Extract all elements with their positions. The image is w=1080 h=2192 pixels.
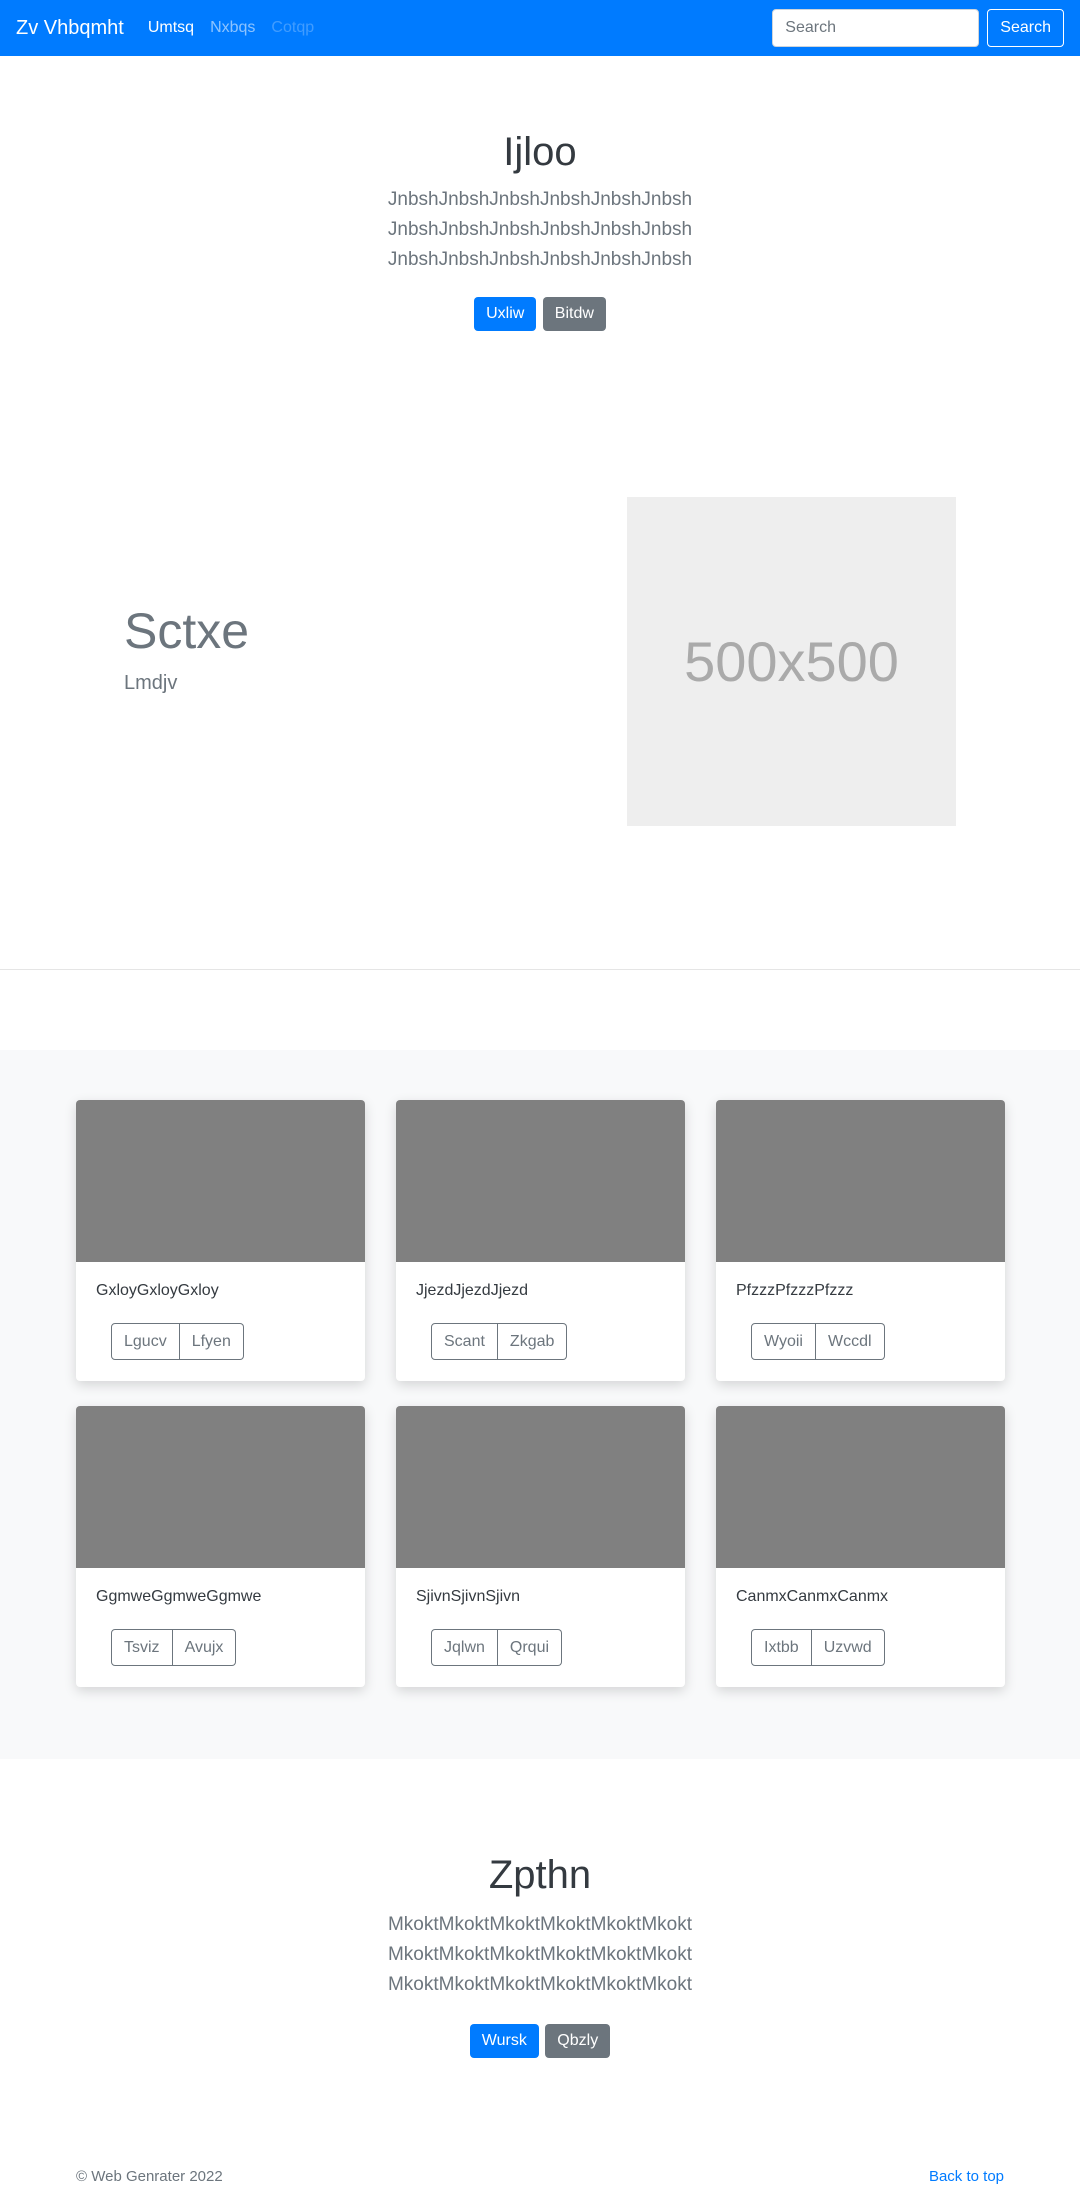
card: GxloyGxloyGxloy Lgucv Lfyen [76, 1100, 365, 1381]
card: JjezdJjezdJjezd Scant Zkgab [396, 1100, 685, 1381]
card: SjivnSjivnSjivn Jqlwn Qrqui [396, 1406, 685, 1687]
card-text: GgmweGgmweGgmwe [96, 1588, 262, 1605]
bottom-hero-primary-button[interactable]: Wursk [469, 2024, 539, 2058]
card-button[interactable]: Lgucv [111, 1323, 180, 1360]
hero-section: Ijloo JnbshJnbshJnbshJnbshJnbshJnbsh Jnb… [0, 130, 1080, 331]
footer-copyright: © Web Genrater 2022 [76, 2168, 223, 2185]
album-section: GxloyGxloyGxloy Lgucv Lfyen JjezdJjezdJj… [0, 1050, 1080, 1759]
feature-title: Sctxe [124, 603, 250, 659]
card: CanmxCanmxCanmx Ixtbb Uzvwd [716, 1406, 1005, 1687]
hero-secondary-button[interactable]: Bitdw [542, 297, 606, 331]
hero-primary-button[interactable]: Uxliw [474, 297, 537, 331]
card: PfzzzPfzzzPfzzz Wyoii Wccdl [716, 1100, 1005, 1381]
nav-link-nxbqs[interactable]: Nxbqs [210, 19, 255, 37]
nav-links: Umtsq Nxbqs Cotqp [148, 19, 772, 37]
bottom-hero-title: Zpthn [488, 1853, 592, 1897]
card-text: PfzzzPfzzzPfzzz [736, 1282, 854, 1299]
card-button[interactable]: Scant [431, 1323, 498, 1360]
card-button[interactable]: Wyoii [751, 1323, 816, 1360]
card-text: CanmxCanmxCanmx [736, 1588, 889, 1605]
bottom-hero-secondary-button[interactable]: Qbzly [545, 2024, 611, 2058]
back-to-top-link[interactable]: Back to top [929, 2168, 1004, 2185]
card-button-group: Wyoii Wccdl [751, 1323, 885, 1360]
card-button[interactable]: Avujx [172, 1629, 237, 1666]
card-button-group: Jqlwn Qrqui [431, 1629, 563, 1666]
card-button[interactable]: Zkgab [497, 1323, 568, 1360]
card-button[interactable]: Lfyen [179, 1323, 244, 1360]
card-button[interactable]: Jqlwn [431, 1629, 498, 1666]
card-image [396, 1100, 685, 1262]
card-button[interactable]: Qrqui [497, 1629, 563, 1666]
search-button[interactable]: Search [987, 9, 1064, 47]
card-image [716, 1100, 1005, 1262]
feature-image-placeholder: 500x500 [627, 497, 956, 826]
card-button[interactable]: Uzvwd [811, 1629, 885, 1666]
navbar-brand[interactable]: Zv Vhbqmht [16, 17, 124, 40]
search-input[interactable] [772, 9, 980, 47]
card-text: GxloyGxloyGxloy [96, 1282, 219, 1299]
nav-link-cotqp: Cotqp [271, 19, 315, 36]
card-image [716, 1406, 1005, 1568]
card-button-group: Tsviz Avujx [111, 1629, 237, 1666]
navbar: Zv Vhbqmht Umtsq Nxbqs Cotqp Search [0, 0, 1080, 56]
card-text: JjezdJjezdJjezd [416, 1282, 529, 1299]
card: GgmweGgmweGgmwe Tsviz Avujx [76, 1406, 365, 1687]
card-button-group: Ixtbb Uzvwd [751, 1629, 885, 1666]
card-button[interactable]: Tsviz [111, 1629, 173, 1666]
search-form: Search [772, 9, 1064, 47]
card-image [396, 1406, 685, 1568]
hero-title: Ijloo [503, 130, 577, 174]
card-button[interactable]: Wccdl [815, 1323, 885, 1360]
card-button-group: Scant Zkgab [431, 1323, 568, 1360]
placeholder-label: 500x500 [684, 630, 899, 693]
bottom-hero-section: Zpthn MkoktMkoktMkoktMkoktMkoktMkokt Mko… [0, 1853, 1080, 2058]
card-text: SjivnSjivnSjivn [416, 1588, 521, 1605]
featurette-divider [0, 969, 1080, 970]
card-button-group: Lgucv Lfyen [111, 1323, 244, 1360]
bottom-hero-text: MkoktMkoktMkoktMkoktMkoktMkokt MkoktMkok… [387, 1914, 693, 1995]
hero-text: JnbshJnbshJnbshJnbshJnbshJnbsh JnbshJnbs… [387, 189, 693, 270]
feature-subtitle: Lmdjv [124, 672, 178, 694]
nav-link-umtsq[interactable]: Umtsq [148, 19, 194, 37]
card-image [76, 1100, 365, 1262]
card-image [76, 1406, 365, 1568]
card-button[interactable]: Ixtbb [751, 1629, 812, 1666]
